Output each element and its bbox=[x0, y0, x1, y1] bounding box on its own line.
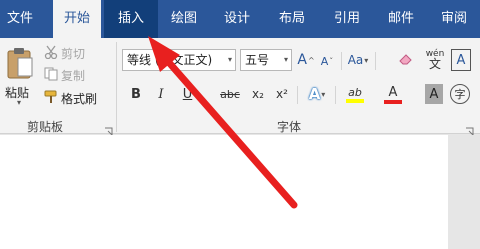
red-arrow-annotation bbox=[148, 36, 298, 209]
